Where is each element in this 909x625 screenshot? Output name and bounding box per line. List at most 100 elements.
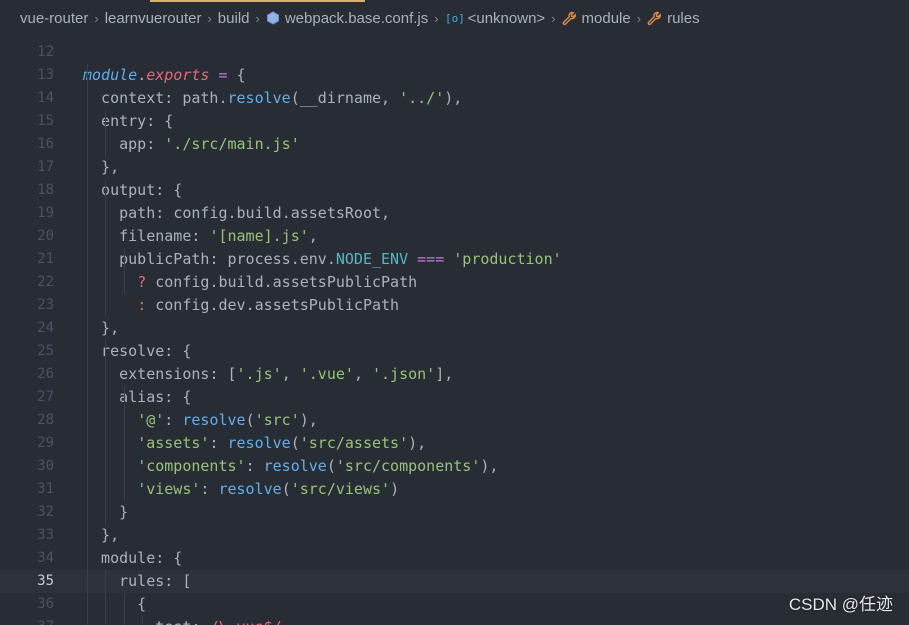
code-token: ,	[353, 365, 372, 383]
code-token: resolve	[227, 89, 291, 107]
code-token: resolve	[182, 411, 246, 429]
code-token: : [	[164, 572, 192, 590]
line-number: 20	[37, 228, 54, 244]
breadcrumb-label: vue-router	[20, 9, 89, 27]
breadcrumb-label: webpack.base.conf.js	[284, 9, 429, 27]
line-number: 28	[37, 412, 54, 428]
line-number: 32	[37, 504, 54, 520]
line-number: 19	[37, 205, 54, 221]
line-number: 27	[37, 389, 54, 405]
code-token: : {	[164, 342, 192, 360]
code-token: resolve	[227, 434, 291, 452]
breadcrumb-item[interactable]: [o] <unknown>	[445, 10, 546, 27]
code-text: alias: {	[83, 386, 191, 409]
breadcrumb-item[interactable]: module	[562, 10, 631, 27]
code-line[interactable]: 32 }	[0, 501, 909, 524]
code-line[interactable]: 18 output: {	[0, 179, 909, 202]
code-line[interactable]: 14 context: path.resolve(__dirname, '../…	[0, 87, 909, 110]
breadcrumb-item[interactable]: learnvuerouter	[105, 10, 202, 27]
breadcrumb-label: <unknown>	[467, 9, 546, 27]
code-text: 'views': resolve('src/views')	[83, 478, 399, 501]
code-token: :	[155, 204, 174, 222]
code-token: '.vue'	[299, 365, 354, 383]
code-line[interactable]: 30 'components': resolve('src/components…	[0, 455, 909, 478]
code-token: =	[218, 66, 228, 84]
line-number: 26	[37, 366, 54, 382]
code-line[interactable]: 20 filename: '[name].js',	[0, 225, 909, 248]
code-token: rules	[83, 572, 165, 590]
code-line[interactable]: 12	[0, 41, 909, 64]
svg-text:[o]: [o]	[445, 12, 463, 25]
code-line[interactable]: 31 'views': resolve('src/views')	[0, 478, 909, 501]
code-token: publicPath	[83, 250, 210, 268]
code-line[interactable]: 26 extensions: ['.js', '.vue', '.json'],	[0, 363, 909, 386]
code-line[interactable]: 37 test: /\.vue$/,	[0, 616, 909, 625]
code-token: resolve	[83, 342, 165, 360]
code-token: {	[83, 595, 147, 613]
code-text: app: './src/main.js'	[83, 133, 300, 156]
code-token: app	[83, 135, 147, 153]
code-token: dev	[218, 296, 246, 314]
code-token: config	[155, 273, 210, 291]
line-number: 13	[37, 67, 54, 83]
code-token: '[name].js'	[209, 227, 309, 245]
breadcrumb-item[interactable]: build	[218, 10, 250, 27]
code-token: .	[326, 250, 336, 268]
code-line[interactable]: 19 path: config.build.assetsRoot,	[0, 202, 909, 225]
code-line[interactable]: 13 module.exports = {	[0, 64, 909, 87]
code-line[interactable]: 29 'assets': resolve('src/assets'),	[0, 432, 909, 455]
code-token: : [	[209, 365, 237, 383]
code-line[interactable]: 25 resolve: {	[0, 340, 909, 363]
code-line[interactable]: 16 app: './src/main.js'	[0, 133, 909, 156]
code-token: (	[326, 457, 336, 475]
code-line[interactable]: 33 },	[0, 524, 909, 547]
code-line[interactable]: 28 '@': resolve('src'),	[0, 409, 909, 432]
code-token: module	[83, 66, 138, 84]
breadcrumb-label: rules	[667, 9, 700, 27]
indent-guide	[124, 593, 125, 625]
code-token: : {	[164, 388, 192, 406]
code-line[interactable]: 15 entry: {	[0, 110, 909, 133]
code-token: assetsRoot	[290, 204, 382, 222]
code-token: : {	[146, 112, 174, 130]
line-number: 31	[37, 481, 54, 497]
object-bracket-icon: [o]	[445, 11, 463, 25]
code-line[interactable]: 35 rules: [	[0, 570, 909, 593]
line-number: 24	[37, 320, 54, 336]
code-line[interactable]: 21 publicPath: process.env.NODE_ENV === …	[0, 248, 909, 271]
breadcrumb-item[interactable]: vue-router	[20, 10, 88, 27]
line-number: 21	[37, 251, 54, 267]
code-token: entry	[83, 112, 147, 130]
line-number: 18	[37, 182, 54, 198]
code-line[interactable]: 27 alias: {	[0, 386, 909, 409]
code-token: test	[83, 618, 191, 625]
indent-guide	[142, 616, 143, 625]
code-editor[interactable]: 12 13 module.exports = {14 context: path.r…	[0, 36, 909, 625]
code-token: ?	[137, 273, 147, 291]
code-token: },	[83, 526, 120, 544]
breadcrumb-item[interactable]: webpack.base.conf.js	[266, 10, 428, 27]
code-line[interactable]: 36 {	[0, 593, 909, 616]
line-number: 14	[37, 90, 54, 106]
wrench-icon	[562, 11, 577, 26]
code-token: context	[83, 89, 165, 107]
code-token: },	[83, 158, 120, 176]
code-line[interactable]: 23 : config.dev.assetsPublicPath	[0, 294, 909, 317]
code-token: 'components'	[137, 457, 246, 475]
code-token: .	[245, 296, 255, 314]
code-line[interactable]: 24 },	[0, 317, 909, 340]
code-token: 'src/assets'	[299, 434, 409, 452]
code-line[interactable]: 22 ? config.build.assetsPublicPath	[0, 271, 909, 294]
watermark: CSDN @任迹	[788, 595, 893, 614]
code-token: .	[218, 89, 228, 107]
line-number: 34	[37, 550, 54, 566]
code-token: (	[290, 434, 300, 452]
code-token: /\.vue$/	[209, 618, 281, 625]
code-line[interactable]: 34 module: {	[0, 547, 909, 570]
code-line[interactable]: 17 },	[0, 156, 909, 179]
breadcrumb-item[interactable]: rules	[647, 10, 700, 27]
